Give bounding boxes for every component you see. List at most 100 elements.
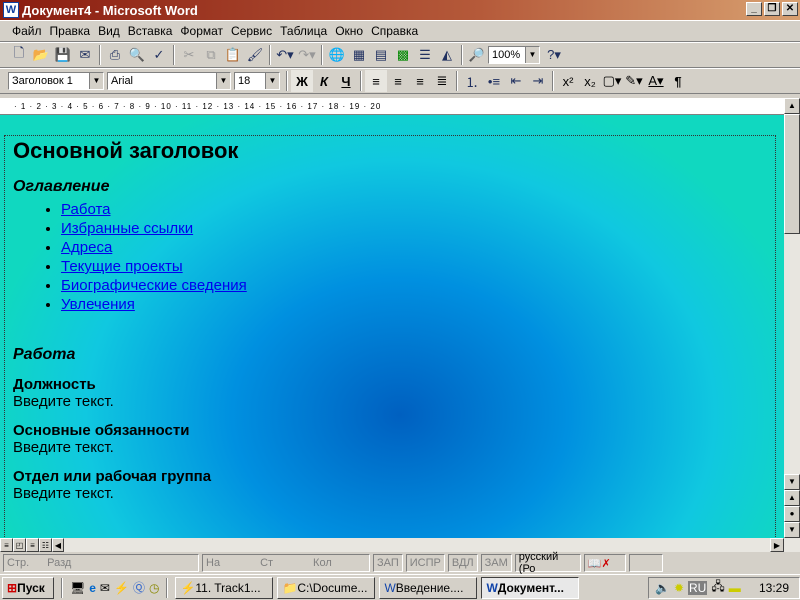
insert-table-icon[interactable]: ▤ <box>370 44 392 66</box>
format-painter-icon[interactable]: 🖌 <box>244 44 266 66</box>
toc-link-hobbies[interactable]: Увлечения <box>61 296 135 313</box>
ovr-indicator[interactable]: ЗАМ <box>480 554 512 572</box>
toc-link-bio[interactable]: Биографические сведения <box>61 277 247 294</box>
highlight-icon[interactable]: ✎▾ <box>623 70 645 92</box>
copy-icon[interactable]: ⧉ <box>200 44 222 66</box>
tables-borders-icon[interactable]: ▦ <box>348 44 370 66</box>
help-icon[interactable]: ?▾ <box>543 44 565 66</box>
volume-icon[interactable]: 🔈 <box>655 581 670 595</box>
underline-button[interactable]: Ч <box>335 70 357 92</box>
menu-file[interactable]: Файл <box>8 24 46 38</box>
task-explorer[interactable]: 📁 C:\Docume... <box>277 576 376 599</box>
hyperlink-icon[interactable]: 🌐 <box>326 44 348 66</box>
show-desktop-icon[interactable]: 🖥 <box>70 581 85 595</box>
document-map-icon[interactable]: 🔎 <box>466 44 488 66</box>
menu-tools[interactable]: Сервис <box>227 24 276 38</box>
menu-insert[interactable]: Вставка <box>124 24 177 38</box>
previous-page-button[interactable]: ▲ <box>784 490 800 506</box>
paste-icon[interactable]: 📋 <box>222 44 244 66</box>
increase-indent-icon[interactable]: ⇥ <box>527 70 549 92</box>
scroll-track[interactable] <box>64 538 770 552</box>
chevron-down-icon[interactable]: ▼ <box>265 73 279 89</box>
clock[interactable]: 13:29 <box>759 581 789 595</box>
decrease-indent-icon[interactable]: ⇤ <box>505 70 527 92</box>
align-left-icon[interactable]: ≡ <box>365 70 387 92</box>
scroll-right-button[interactable]: ▶ <box>770 538 784 552</box>
redo-icon[interactable]: ↷▾ <box>296 44 318 66</box>
borders-icon[interactable]: ▢▾ <box>601 70 623 92</box>
menu-format[interactable]: Формат <box>176 24 227 38</box>
align-center-icon[interactable]: ≡ <box>387 70 409 92</box>
horizontal-scrollbar[interactable]: ≡ ◰ ≡ ☷ ◀ ▶ <box>0 538 800 552</box>
menu-help[interactable]: Справка <box>367 24 422 38</box>
chevron-down-icon[interactable]: ▼ <box>216 73 230 89</box>
page[interactable]: Основной заголовок Оглавление Работа Изб… <box>4 135 776 538</box>
restore-button[interactable]: ❐ <box>764 2 780 16</box>
chevron-down-icon[interactable]: ▼ <box>89 73 103 89</box>
bulleted-list-icon[interactable]: •≡ <box>483 70 505 92</box>
close-button[interactable]: ✕ <box>782 2 798 16</box>
task-word-document[interactable]: W Документ... <box>481 576 580 599</box>
clock-app-icon[interactable]: ◷ <box>149 581 159 595</box>
toc-link-favorites[interactable]: Избранные ссылки <box>61 220 193 237</box>
message-icon[interactable]: ▬ <box>729 581 741 595</box>
open-icon[interactable]: 📂 <box>30 44 52 66</box>
language-indicator[interactable]: RU <box>688 580 708 595</box>
trk-indicator[interactable]: ИСПР <box>405 554 445 572</box>
justify-icon[interactable]: ≣ <box>431 70 453 92</box>
chevron-down-icon[interactable]: ▼ <box>525 47 539 63</box>
font-color-icon[interactable]: A▾ <box>645 70 667 92</box>
insert-excel-icon[interactable]: ▩ <box>392 44 414 66</box>
show-formatting-button[interactable]: ¶ <box>667 70 689 92</box>
style-select[interactable]: Заголовок 1 ▼ <box>8 72 104 90</box>
menu-window[interactable]: Окно <box>331 24 367 38</box>
superscript-icon[interactable]: x² <box>557 70 579 92</box>
scroll-left-button[interactable]: ◀ <box>52 538 64 552</box>
drawing-icon[interactable]: ◭ <box>436 44 458 66</box>
new-document-icon[interactable]: 🗋 <box>8 44 30 66</box>
spelling-status-icon[interactable]: 📖✗ <box>583 554 626 572</box>
subscript-icon[interactable]: x₂ <box>579 70 601 92</box>
italic-button[interactable]: К <box>313 70 335 92</box>
task-word-intro[interactable]: W Введение.... <box>379 576 478 599</box>
bold-button[interactable]: Ж <box>291 70 313 92</box>
select-browse-object-button[interactable]: ● <box>784 506 800 522</box>
spelling-icon[interactable]: ✓ <box>148 44 170 66</box>
language-indicator[interactable]: русский (Ро <box>514 551 581 575</box>
start-button[interactable]: ⊞ Пуск <box>2 576 54 599</box>
print-icon[interactable]: ⎙ <box>104 44 126 66</box>
vertical-scrollbar[interactable]: ▲ ▼ ▲ ● ▼ <box>784 98 800 538</box>
settings-icon[interactable]: ✹ <box>674 581 684 595</box>
undo-icon[interactable]: ↶▾ <box>274 44 296 66</box>
toc-link-work[interactable]: Работа <box>61 201 111 218</box>
rec-indicator[interactable]: ЗАП <box>373 554 403 572</box>
email-icon[interactable]: ✉ <box>74 44 96 66</box>
field-text[interactable]: Введите текст. <box>13 393 767 410</box>
web-view-button[interactable]: ◰ <box>13 538 26 552</box>
minimize-button[interactable]: _ <box>746 2 762 16</box>
menu-view[interactable]: Вид <box>94 24 124 38</box>
network-icon[interactable]: 🖧 <box>711 577 724 598</box>
zoom-select[interactable]: 100% ▼ <box>488 46 540 64</box>
internet-explorer-icon[interactable]: e <box>89 581 96 595</box>
ext-indicator[interactable]: ВДЛ <box>447 554 478 572</box>
outlook-icon[interactable]: ✉ <box>100 581 110 595</box>
normal-view-button[interactable]: ≡ <box>0 538 13 552</box>
font-size-select[interactable]: 18 ▼ <box>234 72 280 90</box>
outline-view-button[interactable]: ☷ <box>39 538 52 552</box>
scroll-down-button[interactable]: ▼ <box>784 474 800 490</box>
scroll-thumb[interactable] <box>784 114 800 234</box>
align-right-icon[interactable]: ≡ <box>409 70 431 92</box>
menu-table[interactable]: Таблица <box>276 24 331 38</box>
menu-edit[interactable]: Правка <box>46 24 95 38</box>
winamp-icon[interactable]: ⚡ <box>114 581 129 595</box>
scroll-up-button[interactable]: ▲ <box>784 98 800 114</box>
cut-icon[interactable]: ✂ <box>178 44 200 66</box>
task-winamp[interactable]: ⚡ 11. Track1... <box>175 576 274 599</box>
save-icon[interactable]: 💾 <box>52 44 74 66</box>
toc-link-projects[interactable]: Текущие проекты <box>61 258 183 275</box>
document-area[interactable]: Основной заголовок Оглавление Работа Изб… <box>0 115 784 538</box>
print-view-button[interactable]: ≡ <box>26 538 39 552</box>
toc-link-addresses[interactable]: Адреса <box>61 239 112 256</box>
next-page-button[interactable]: ▼ <box>784 522 800 538</box>
